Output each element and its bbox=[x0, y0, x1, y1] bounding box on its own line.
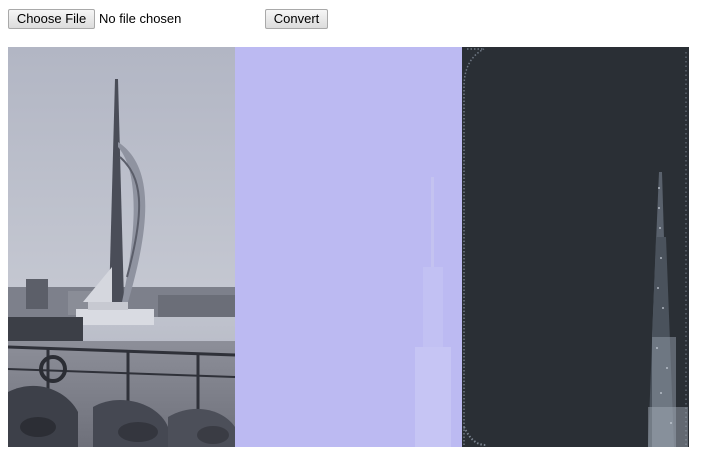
dark-render-image bbox=[462, 47, 689, 447]
source-photo-image bbox=[8, 47, 235, 447]
light-render-panel bbox=[235, 47, 462, 447]
source-photo-panel bbox=[8, 47, 235, 447]
dark-render-panel bbox=[462, 47, 689, 447]
convert-button[interactable]: Convert bbox=[265, 9, 328, 29]
light-render-image bbox=[235, 47, 462, 447]
choose-file-button[interactable]: Choose File bbox=[8, 9, 95, 29]
file-status-text: No file chosen bbox=[99, 11, 182, 26]
file-toolbar: Choose File No file chosen Convert bbox=[8, 8, 698, 30]
output-panels bbox=[8, 47, 689, 447]
